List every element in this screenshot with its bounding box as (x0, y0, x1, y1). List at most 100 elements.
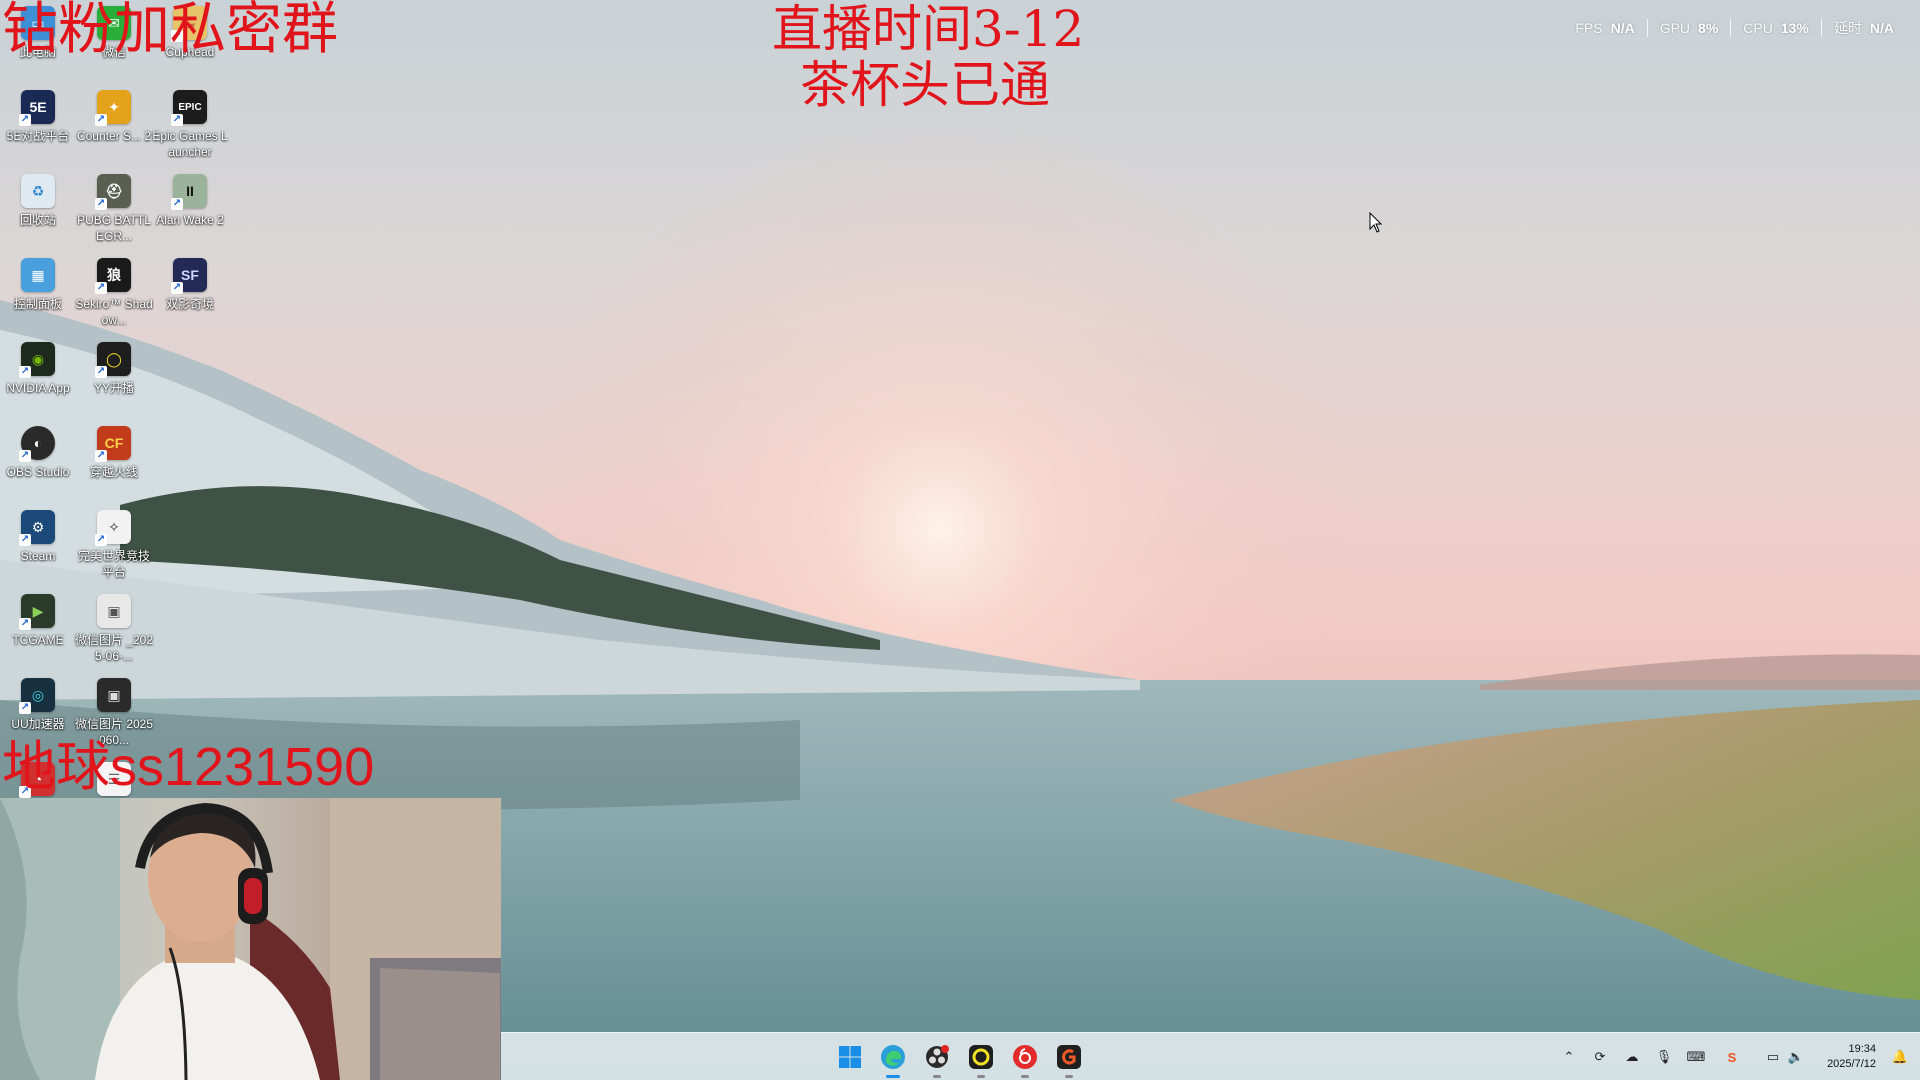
fps-readout: FPS N/A (1563, 20, 1646, 36)
obs-icon (926, 1045, 949, 1068)
desktop-icon-label: 控制面板 (13, 297, 62, 311)
desktop-icon-split-fiction[interactable]: SF ↗ 双影奇境 (152, 258, 228, 312)
webcam-scene (0, 798, 501, 1080)
shortcut-arrow-icon: ↗ (95, 450, 107, 462)
gpu-readout: GPU 8% (1648, 20, 1731, 36)
tray-overflow-chevron-up-icon[interactable]: ⌃ (1559, 1047, 1579, 1067)
desktop-icon-label: UU加速器 (11, 717, 65, 731)
cpu-label: CPU (1743, 20, 1773, 36)
desktop-icon-steam[interactable]: ⚙ ↗ Steam (0, 510, 76, 564)
desktop-icon-label: 穿越火线 (89, 465, 138, 479)
split-fiction-icon: SF ↗ (171, 258, 207, 294)
obs-icon: ◐ ↗ (19, 426, 55, 462)
network-icon[interactable]: ▭ (1763, 1047, 1783, 1067)
desktop-icon-label: Steam (20, 549, 56, 563)
sync-icon[interactable]: ⟳ (1590, 1047, 1610, 1067)
desktop-icon-label: NVIDIA App (6, 381, 70, 395)
running-indicator (933, 1075, 941, 1078)
latency-value: N/A (1869, 20, 1894, 36)
system-clock[interactable]: 19:34 2025/7/12 (1827, 1042, 1876, 1072)
sekiro-icon: 狼 ↗ (95, 258, 131, 294)
clock-time: 19:34 (1848, 1043, 1876, 1055)
microphone-icon[interactable]: 🎙 (1654, 1047, 1674, 1067)
desktop-icon-nvidia-app[interactable]: ◉ ↗ NVIDIA App (0, 342, 76, 396)
shortcut-arrow-icon: ↗ (95, 282, 107, 294)
taskbar-app-yy[interactable] (965, 1041, 997, 1078)
notification-icon[interactable]: 🔔 (1890, 1047, 1910, 1067)
icon-glyph: SF (181, 267, 199, 283)
pubg-helmet-icon: ⛑ ↗ (95, 174, 131, 210)
taskbar-app-netease-music[interactable] (1009, 1041, 1041, 1078)
windows-icon (839, 1046, 861, 1068)
shortcut-arrow-icon: ↗ (19, 114, 31, 126)
desktop-icon-perfect-world[interactable]: ✧ ↗ 完美世界竞技平台 (76, 510, 152, 580)
desktop-icon-pubg[interactable]: ⛑ ↗ PUBG BATTLEGR... (76, 174, 152, 244)
overlay-text-schedule: 直播时间3-12 (772, 0, 1085, 58)
uu-accelerator-icon: ◎ ↗ (19, 678, 55, 714)
icon-glyph: II (186, 183, 194, 199)
desktop-icon-label: YY开播 (93, 381, 134, 395)
edge-icon (881, 1045, 905, 1069)
desktop-icon-obs-studio[interactable]: ◐ ↗ OBS Studio (0, 426, 76, 480)
shortcut-arrow-icon: ↗ (95, 198, 107, 210)
webcam-feed (0, 798, 501, 1080)
desktop-icon-5e[interactable]: 5E ↗ 5E对战平台 (0, 90, 76, 144)
crossfire-icon: CF ↗ (95, 426, 131, 462)
desktop-icon-wechat-image-1[interactable]: ▣ 微信图片 _2025-06-... (75, 594, 153, 664)
nvidia-icon: ◉ ↗ (19, 342, 55, 378)
yy-live-icon (969, 1045, 993, 1069)
fps-label: FPS (1575, 20, 1603, 36)
desktop-icon-sekiro[interactable]: 狼 ↗ Sekiro™ Shadow... (75, 258, 153, 328)
performance-overlay: FPS N/A GPU 8% CPU 13% 延时 N/A (1563, 18, 1906, 38)
5e-platform-icon: 5E ↗ (19, 90, 55, 126)
icon-glyph: EPIC (178, 101, 202, 113)
icon-glyph: 5E (29, 99, 47, 115)
recycle-bin-icon: ♻ (21, 174, 55, 208)
counter-strike-icon: ✦ ↗ (95, 90, 131, 126)
taskbar: ⌃ ⟳ ☁ 🎙 ⌨ S ▭ 🔈 19:34 2025/7/12 🔔 (501, 1032, 1920, 1080)
overlay-text-status: 茶杯头已通 (800, 56, 1050, 114)
taskbar-app-edge[interactable] (877, 1041, 909, 1078)
perfect-world-icon: ✧ ↗ (95, 510, 131, 546)
clock-date: 2025/7/12 (1827, 1058, 1876, 1070)
desktop-icon-label: TCGAME (12, 633, 64, 647)
running-indicator (1021, 1075, 1029, 1078)
cloud-offline-icon[interactable]: ☁ (1622, 1047, 1642, 1067)
mouse-cursor-icon (1369, 212, 1383, 233)
desktop-icon-tcgame[interactable]: ▶ ↗ TCGAME (0, 594, 76, 648)
shortcut-arrow-icon: ↗ (19, 618, 31, 630)
desktop-icon-uu-accelerator[interactable]: ◎ ↗ UU加速器 (0, 678, 76, 732)
desktop-icon-control-panel[interactable]: ▦ 控制面板 (0, 258, 76, 312)
desktop-icon-epic-games[interactable]: EPIC ↗ Epic Games Launcher (152, 90, 228, 160)
desktop-icon-label: 完美世界竞技平台 (77, 549, 150, 579)
control-panel-icon: ▦ (21, 258, 55, 292)
image-file-icon: ▣ (97, 678, 131, 712)
running-indicator (977, 1075, 985, 1078)
desktop-icon-label: Epic Games Launcher (152, 129, 228, 159)
running-indicator (886, 1075, 900, 1078)
shortcut-arrow-icon: ↗ (19, 534, 31, 546)
shortcut-arrow-icon: ↗ (19, 450, 31, 462)
desktop-icon-crossfire[interactable]: CF ↗ 穿越火线 (76, 426, 152, 480)
shortcut-arrow-icon: ↗ (171, 198, 183, 210)
gpu-label: GPU (1659, 20, 1691, 36)
desktop-icon-label: Sekiro™ Shadow... (75, 297, 153, 327)
desktop-icon-yy-live[interactable]: ◯ ↗ YY开播 (76, 342, 152, 396)
desktop-icon-recycle-bin[interactable]: ♻ 回收站 (0, 174, 76, 228)
desktop-icon-label: Alan Wake 2 (156, 213, 224, 227)
desktop-icon-label: PUBG BATTLEGR... (77, 213, 151, 243)
input-method-icon[interactable]: ⌨ (1686, 1047, 1706, 1067)
tcgame-icon: ▶ ↗ (19, 594, 55, 630)
taskbar-app-game-launcher[interactable] (1053, 1041, 1085, 1078)
gpu-value: 8% (1698, 20, 1719, 36)
far-hill (1480, 654, 1920, 690)
desktop: ▭ 此电脑 5E ↗ 5E对战平台 ♻ 回收站 ▦ 控制面板 ◉ ↗ NVIDIA … (0, 0, 1920, 1080)
sogou-input-icon[interactable]: S (1722, 1047, 1742, 1067)
taskbar-app-obs[interactable] (921, 1041, 953, 1078)
alan-wake-icon: II ↗ (171, 174, 207, 210)
shortcut-arrow-icon: ↗ (19, 702, 31, 714)
start-button[interactable] (834, 1041, 866, 1073)
desktop-icon-alan-wake-2[interactable]: II ↗ Alan Wake 2 (152, 174, 228, 228)
desktop-icon-counter-strike-2[interactable]: ✦ ↗ Counter S... 2 (76, 90, 152, 144)
volume-icon[interactable]: 🔈 (1786, 1047, 1806, 1067)
